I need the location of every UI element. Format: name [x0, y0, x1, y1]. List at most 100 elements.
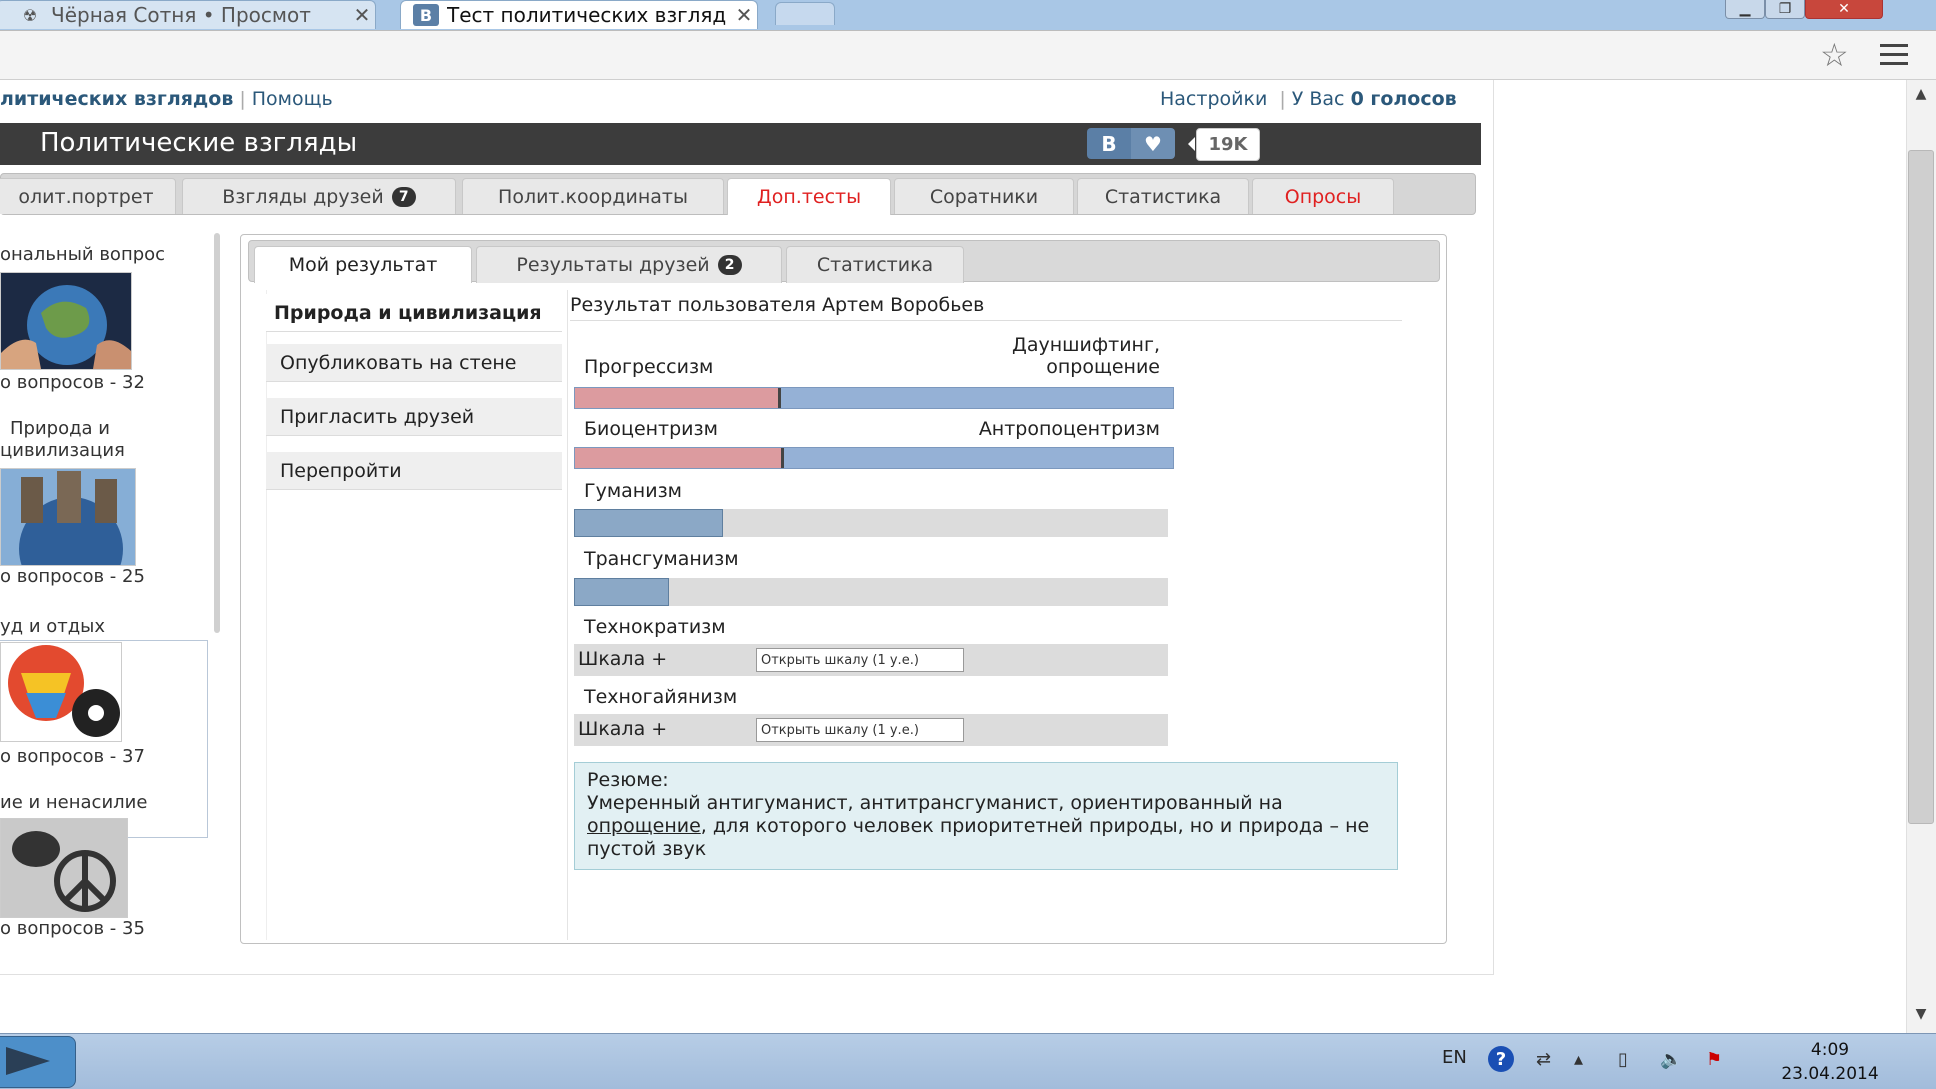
- tab-label: Соратники: [929, 185, 1039, 208]
- question-count: о вопросов - 32: [0, 372, 145, 393]
- list-scrollbar[interactable]: [214, 233, 220, 633]
- hamburger-menu-icon[interactable]: [1880, 38, 1908, 71]
- tab-comrades[interactable]: Соратники: [894, 178, 1074, 214]
- tab-label: Результаты друзей: [516, 254, 710, 276]
- browser-toolbar: [0, 30, 1936, 80]
- tab-label: Доп.тесты: [756, 186, 862, 208]
- test-title[interactable]: ие и ненасилие: [0, 792, 147, 813]
- count-badge: 7: [391, 186, 416, 207]
- heart-icon[interactable]: ♥: [1131, 128, 1175, 159]
- divider: [570, 320, 1402, 321]
- tray-expand-icon[interactable]: ▴: [1574, 1049, 1583, 1070]
- votes-count: 0 голосов: [1350, 88, 1457, 110]
- tab-label: Взгляды друзей: [222, 185, 384, 208]
- test-title: цивилизация: [0, 440, 125, 461]
- moai-earth-image[interactable]: [0, 468, 136, 566]
- taskbar: [0, 1033, 1936, 1089]
- scale-left-label: Биоцентризм: [584, 418, 718, 440]
- bar-track: [574, 578, 1168, 606]
- retake-button[interactable]: Перепройти: [266, 452, 562, 490]
- bookmark-star-icon[interactable]: ☆: [1820, 36, 1849, 74]
- window-close-icon[interactable]: ✕: [1805, 0, 1883, 19]
- tab-label: Полит.координаты: [498, 185, 688, 208]
- browser-tab-inactive[interactable]: ☢ Чёрная Сотня • Просмот ✕: [0, 0, 376, 29]
- clock-time[interactable]: 4:09: [1780, 1040, 1880, 1060]
- app-nav-links: литических взглядов | Помощь: [0, 88, 333, 110]
- peace-grenade-image[interactable]: [0, 818, 128, 918]
- tab-label: Мой результат: [288, 254, 438, 276]
- vk-share-button[interactable]: В: [1087, 128, 1131, 159]
- count-badge: 2: [717, 255, 742, 275]
- locked-scale-label: Техногайянизм: [584, 686, 738, 708]
- scroll-down-icon[interactable]: ▼: [1906, 1006, 1936, 1022]
- test-list: ональный вопрос о вопросов - 32 Природа …: [0, 232, 215, 947]
- menu-current-test: Природа и цивилизация: [266, 294, 562, 332]
- clock-date[interactable]: 23.04.2014: [1770, 1064, 1890, 1084]
- scale-bar: [574, 387, 1174, 409]
- resume-heading: Резюме:: [587, 769, 669, 791]
- votes-prefix: У Вас: [1291, 88, 1345, 110]
- tab-extra-tests[interactable]: Доп.тесты: [727, 178, 891, 215]
- test-title: Природа и: [10, 418, 110, 439]
- scale-plus-label: Шкала +: [578, 648, 668, 670]
- resume-link[interactable]: опрощение: [587, 815, 701, 837]
- result-title: Результат пользователя Артем Воробьев: [570, 294, 985, 316]
- scale-right-label: опрощение: [1046, 356, 1160, 378]
- start-arrow-icon: [6, 1047, 50, 1075]
- settings-link[interactable]: Настройки: [1160, 88, 1267, 110]
- bar-fill: [574, 509, 723, 537]
- tab-title: Тест политических взгляд: [447, 3, 727, 27]
- tab-label: Статистика: [816, 254, 934, 276]
- locked-scale-label: Технократизм: [584, 616, 726, 638]
- settings-area: Настройки | У Вас 0 голосов: [1160, 88, 1457, 110]
- tab-statistics[interactable]: Статистика: [1077, 178, 1249, 214]
- publish-wall-button[interactable]: Опубликовать на стене: [266, 344, 562, 382]
- maximize-icon[interactable]: ❐: [1765, 0, 1805, 19]
- network-icon[interactable]: ⇄: [1536, 1049, 1551, 1070]
- flag-icon[interactable]: ⚑: [1706, 1049, 1722, 1070]
- tab-label: олит.портрет: [18, 185, 154, 208]
- bar-fill: [574, 578, 670, 606]
- browser-tab-active[interactable]: В Тест политических взгляд ✕: [400, 0, 758, 29]
- resume-text: , для которого человек приоритетней прир…: [587, 815, 1370, 860]
- minimize-icon[interactable]: ▁: [1725, 0, 1765, 19]
- tab-polit-coordinates[interactable]: Полит.координаты: [462, 178, 724, 214]
- tab-polit-portrait[interactable]: олит.портрет: [0, 178, 176, 214]
- bar-label: Гуманизм: [584, 480, 683, 502]
- scale-right-label: Дауншифтинг,: [1012, 334, 1160, 356]
- scale-right-label: Антропоцентризм: [978, 418, 1160, 440]
- balloon-gear-image[interactable]: [0, 642, 122, 742]
- tab-friends-results[interactable]: Результаты друзей 2: [476, 246, 782, 283]
- scale-plus-label: Шкала +: [578, 718, 668, 740]
- language-indicator[interactable]: EN: [1442, 1047, 1467, 1068]
- app-title: Политические взгляды: [40, 128, 358, 158]
- globe-hands-image[interactable]: [0, 272, 132, 370]
- question-count: о вопросов - 37: [0, 746, 145, 767]
- close-icon[interactable]: ✕: [349, 3, 375, 27]
- close-icon[interactable]: ✕: [731, 3, 757, 27]
- app-name-link[interactable]: литических взглядов: [0, 88, 233, 110]
- side-menu: [266, 290, 568, 940]
- radiation-icon: ☢: [22, 5, 38, 25]
- tab-friends-views[interactable]: Взгляды друзей 7: [182, 178, 456, 214]
- test-title[interactable]: ональный вопрос: [0, 244, 165, 265]
- scrollbar-thumb[interactable]: [1908, 150, 1934, 824]
- resume-box: Резюме: Умеренный антигуманист, антитран…: [574, 762, 1398, 870]
- tab-label: Опросы: [1284, 185, 1362, 208]
- scroll-up-icon[interactable]: ▲: [1906, 86, 1936, 102]
- scale-left-label: Прогрессизм: [584, 356, 714, 378]
- tab-polls[interactable]: Опросы: [1252, 178, 1394, 214]
- volume-icon[interactable]: 🔈: [1660, 1049, 1682, 1070]
- resume-text: Умеренный антигуманист, антитрансгуманис…: [587, 792, 1283, 814]
- test-title[interactable]: уд и отдых: [0, 616, 105, 637]
- help-icon[interactable]: ?: [1488, 1046, 1514, 1072]
- open-scale-button[interactable]: Открыть шкалу (1 у.е.): [756, 648, 964, 672]
- help-link[interactable]: Помощь: [252, 88, 333, 110]
- invite-friends-button[interactable]: Пригласить друзей: [266, 398, 562, 436]
- new-tab-button[interactable]: [775, 2, 835, 25]
- open-scale-button[interactable]: Открыть шкалу (1 у.е.): [756, 718, 964, 742]
- question-count: о вопросов - 35: [0, 918, 145, 939]
- battery-icon[interactable]: ▯: [1618, 1049, 1628, 1070]
- tab-sub-statistics[interactable]: Статистика: [786, 246, 964, 283]
- tab-my-result[interactable]: Мой результат: [254, 246, 472, 283]
